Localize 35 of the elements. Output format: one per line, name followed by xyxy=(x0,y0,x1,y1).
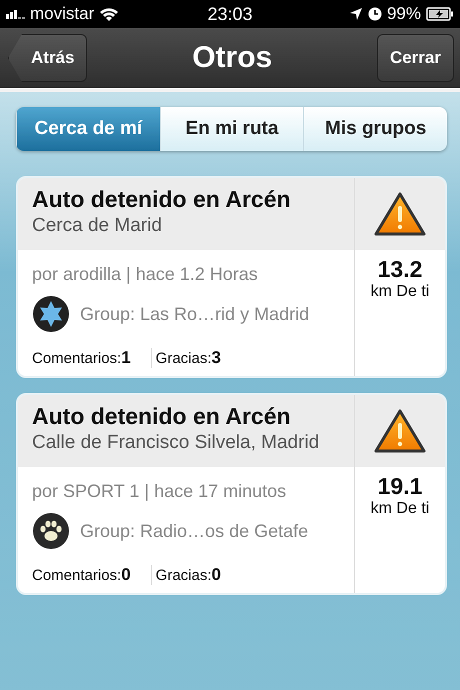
distance-unit: km De ti xyxy=(370,283,430,301)
comments-count: Comentarios:1 xyxy=(32,348,131,368)
report-author-time: por SPORT 1 | hace 17 minutos xyxy=(32,481,288,502)
close-button[interactable]: Cerrar xyxy=(376,34,454,82)
report-card[interactable]: Auto detenido en Arcén Cerca de Marid por arodilla | hace 1.2 Horas Group: Las Ro…rid y Madrid Comentarios:1 Gracias:3 13.2 km De ti xyxy=(16,176,447,378)
segment-tab[interactable]: Mis grupos xyxy=(303,107,447,151)
paw-icon xyxy=(32,512,70,550)
battery-percent: 99% xyxy=(386,4,421,24)
clock-icon xyxy=(368,7,382,21)
segment-tab[interactable]: En mi ruta xyxy=(160,107,304,151)
distance-unit: km De ti xyxy=(370,500,430,518)
screen-title: Otros xyxy=(192,41,272,75)
status-time: 23:03 xyxy=(207,4,253,24)
warning-icon xyxy=(374,191,426,237)
location-arrow-icon xyxy=(348,7,363,21)
signal-icon xyxy=(6,9,25,19)
battery-icon xyxy=(426,7,454,21)
carrier-name: movistar xyxy=(30,4,94,24)
back-button[interactable]: Atrás xyxy=(8,34,88,82)
wifi-icon xyxy=(99,6,120,22)
warning-icon xyxy=(374,408,426,454)
report-author-time: por arodilla | hace 1.2 Horas xyxy=(32,264,259,285)
group-name: Group: Radio…os de Getafe xyxy=(80,520,308,542)
report-location: Calle de Francisco Silvela, Madrid xyxy=(32,432,320,454)
report-location: Cerca de Marid xyxy=(32,215,163,237)
distance-value: 13.2 xyxy=(378,256,422,283)
thanks-count: Gracias:0 xyxy=(150,565,221,585)
report-card[interactable]: Auto detenido en Arcén Calle de Francisco Silvela, Madrid por SPORT 1 | hace 17 minutos Group: Radio…os de Getafe Comentarios:0 Gracias:0 19.1 km De ti xyxy=(16,393,447,595)
report-title: Auto detenido en Arcén xyxy=(32,403,292,430)
report-title: Auto detenido en Arcén xyxy=(32,186,292,213)
group-name: Group: Las Ro…rid y Madrid xyxy=(80,304,310,324)
comments-count: Comentarios:0 xyxy=(32,565,131,585)
segment-tab[interactable]: Cerca de mí xyxy=(16,107,160,151)
distance-value: 19.1 xyxy=(378,473,422,500)
thanks-count: Gracias:3 xyxy=(150,348,221,368)
